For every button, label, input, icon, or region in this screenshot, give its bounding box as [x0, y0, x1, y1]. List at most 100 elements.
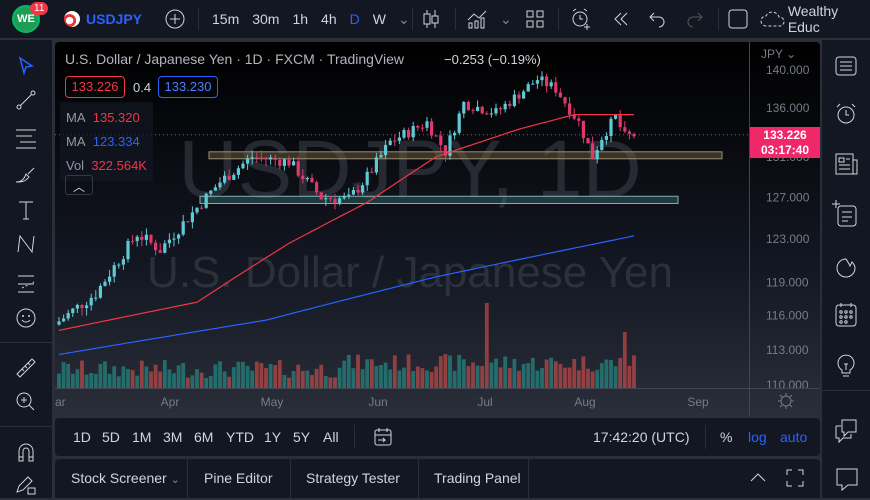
- volume-bar: [172, 373, 176, 388]
- interval-dropdown-icon[interactable]: ⌄: [398, 0, 410, 38]
- auto-toggle[interactable]: auto: [780, 429, 807, 445]
- user-avatar[interactable]: WE 11: [12, 0, 49, 38]
- fib-icon[interactable]: [14, 272, 38, 296]
- volume-bar: [245, 365, 250, 388]
- candle-body: [98, 285, 102, 298]
- trend-line-icon[interactable]: [14, 88, 38, 112]
- redo-icon[interactable]: [686, 0, 704, 38]
- go-to-date-icon[interactable]: [373, 427, 393, 447]
- account-button[interactable]: Wealthy Educ: [760, 0, 870, 38]
- horizontal-lines-icon[interactable]: [14, 126, 38, 150]
- volume-bar: [181, 363, 186, 388]
- tab-pine-editor[interactable]: Pine Editor: [188, 459, 291, 498]
- expand-panel-icon[interactable]: [749, 469, 767, 485]
- watchlist-icon[interactable]: [834, 54, 858, 78]
- range-1y[interactable]: 1Y: [264, 429, 281, 445]
- current-price-label: 133.226 03:17:40: [750, 127, 820, 158]
- tab-stock-screener[interactable]: Stock Screener ⌄: [55, 459, 188, 498]
- percent-toggle[interactable]: %: [720, 429, 732, 445]
- volume-bar: [107, 373, 112, 388]
- brush-icon[interactable]: [14, 162, 38, 186]
- chats-icon[interactable]: [834, 418, 858, 444]
- layouts-icon[interactable]: [526, 0, 544, 38]
- interval-4h[interactable]: 4h: [321, 11, 337, 27]
- tab-trading-panel[interactable]: Trading Panel: [419, 459, 529, 498]
- volume-bar: [121, 366, 126, 388]
- hotlists-icon[interactable]: [834, 256, 858, 280]
- news-icon[interactable]: [834, 152, 858, 176]
- replay-icon[interactable]: [612, 0, 630, 38]
- candle-body: [480, 106, 484, 114]
- interval-W[interactable]: W: [373, 11, 386, 27]
- sell-button[interactable]: 133.226: [65, 76, 125, 98]
- candle-body: [154, 242, 158, 251]
- currency-dropdown[interactable]: JPY ⌄: [761, 47, 796, 61]
- candle-body: [526, 84, 530, 92]
- range-5d[interactable]: 5D: [102, 429, 120, 445]
- range-all[interactable]: All: [323, 429, 339, 445]
- collapse-legend-button[interactable]: ︿: [65, 175, 93, 195]
- zoom-in-icon[interactable]: [14, 390, 38, 414]
- ma-50-legend[interactable]: MA 135.320: [66, 106, 147, 130]
- chart-settings-icon[interactable]: [777, 392, 795, 410]
- ma-200-legend[interactable]: MA 123.334: [66, 130, 147, 154]
- magnet-icon[interactable]: [14, 440, 38, 464]
- volume-bar: [507, 367, 512, 388]
- volume-bar: [599, 363, 604, 388]
- chat-icon[interactable]: [834, 466, 858, 492]
- log-toggle[interactable]: log: [748, 429, 767, 445]
- volume-bar: [300, 370, 305, 388]
- symbol-search[interactable]: USDJPY: [64, 0, 142, 38]
- volume-bar: [461, 359, 466, 388]
- candle-body: [223, 175, 227, 183]
- volume-bar: [572, 358, 577, 388]
- candle-body: [292, 161, 296, 166]
- volume-bar: [535, 370, 540, 388]
- calendar-icon[interactable]: [834, 302, 858, 327]
- alert-icon[interactable]: [570, 0, 592, 38]
- candles-chart-type-icon[interactable]: [422, 0, 440, 38]
- maximize-icon[interactable]: [786, 469, 804, 487]
- buy-button[interactable]: 133.230: [158, 76, 218, 98]
- interval-1h[interactable]: 1h: [292, 11, 308, 27]
- cursor-icon[interactable]: [14, 54, 38, 78]
- pattern-icon[interactable]: [14, 232, 38, 256]
- volume-bar: [227, 376, 232, 388]
- volume-bar: [466, 366, 471, 388]
- range-5y[interactable]: 5Y: [293, 429, 310, 445]
- compare-button[interactable]: [164, 0, 186, 38]
- tab-strategy-tester[interactable]: Strategy Tester: [291, 459, 419, 498]
- chart-pane[interactable]: USDJPY, 1D U.S. Dollar / Japanese Yen 14…: [55, 42, 820, 416]
- range-ytd[interactable]: YTD: [226, 429, 254, 445]
- range-1d[interactable]: 1D: [73, 429, 91, 445]
- indicators-dropdown-icon[interactable]: ⌄: [500, 0, 512, 38]
- interval-15m[interactable]: 15m: [212, 11, 239, 27]
- y-tick-label: 116.000: [766, 309, 809, 323]
- range-1m[interactable]: 1M: [132, 429, 151, 445]
- fullscreen-square-icon[interactable]: [728, 0, 748, 38]
- interval-30m[interactable]: 30m: [252, 11, 279, 27]
- text-icon[interactable]: [14, 198, 38, 222]
- candle-body: [499, 108, 503, 110]
- interval-D[interactable]: D: [350, 11, 360, 27]
- indicators-icon[interactable]: [466, 0, 488, 38]
- candle-body: [149, 234, 153, 243]
- candle-body: [407, 129, 411, 138]
- lightbulb-icon[interactable]: [834, 352, 858, 377]
- bar-countdown: 03:17:40: [760, 143, 810, 157]
- add-ideas-icon[interactable]: [832, 200, 857, 227]
- candle-body: [476, 106, 480, 111]
- candle-body: [195, 207, 199, 213]
- range-3m[interactable]: 3M: [163, 429, 182, 445]
- alarm-clock-icon[interactable]: [834, 102, 858, 126]
- candle-body: [558, 92, 562, 98]
- candle-body: [126, 240, 130, 260]
- emoji-icon[interactable]: [14, 306, 38, 330]
- undo-icon[interactable]: [648, 0, 666, 38]
- clock[interactable]: 17:42:20 (UTC): [593, 429, 689, 445]
- date-range-bar: 1D 5D 1M 3M 6M YTD 1Y 5Y All 17:42:20 (UTC) % lo…: [55, 418, 820, 456]
- lock-drawings-icon[interactable]: [14, 472, 38, 496]
- range-6m[interactable]: 6M: [194, 429, 213, 445]
- candle-body: [411, 125, 415, 138]
- ruler-icon[interactable]: [14, 356, 38, 380]
